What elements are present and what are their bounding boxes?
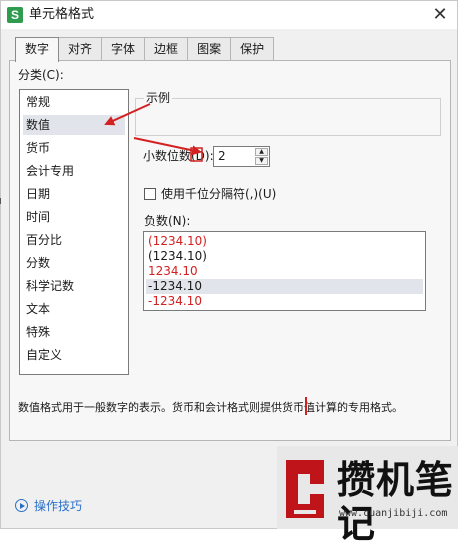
category-item-text[interactable]: 文本 (23, 299, 125, 319)
category-item-percentage[interactable]: 百分比 (23, 230, 125, 250)
text-cursor-mark (305, 397, 307, 415)
category-list[interactable]: 常规 数值 货币 会计专用 日期 时间 百分比 分数 科学记数 文本 特殊 自定… (19, 89, 129, 375)
category-item-accounting[interactable]: 会计专用 (23, 161, 125, 181)
tips-link[interactable]: 操作技巧 (15, 497, 82, 514)
category-item-currency[interactable]: 货币 (23, 138, 125, 158)
thousands-separator-checkbox[interactable] (144, 188, 156, 200)
tab-font[interactable]: 字体 (101, 37, 146, 61)
play-circle-icon (15, 499, 28, 512)
watermark-badge: 攒机笔记 www.cuanjibiji.com (277, 446, 458, 546)
category-item-time[interactable]: 时间 (23, 207, 125, 227)
watermark-text: 攒机笔记 (337, 458, 455, 546)
tips-link-label[interactable]: 操作技巧 (34, 497, 82, 514)
tab-border[interactable]: 边框 (144, 37, 189, 61)
format-description: 数值格式用于一般数字的表示。货币和会计格式则提供货币值计算的专用格式。 (18, 401, 403, 414)
sample-label: 示例 (144, 91, 173, 105)
tab-bar: 数字 对齐 字体 边框 图案 保护 (15, 37, 275, 62)
category-item-scientific[interactable]: 科学记数 (23, 276, 125, 296)
spin-down-icon[interactable]: ▼ (255, 157, 268, 165)
watermark-logo (286, 460, 324, 518)
category-item-fraction[interactable]: 分数 (23, 253, 125, 273)
negative-numbers-list[interactable]: (1234.10) (1234.10) 1234.10 -1234.10 -12… (143, 231, 426, 311)
tab-alignment[interactable]: 对齐 (58, 37, 103, 61)
decimal-places-label: 小数位数(D): (143, 149, 214, 163)
category-item-number[interactable]: 数值 (23, 115, 125, 135)
title-bar: S 单元格格式 ✕ (1, 1, 457, 29)
spin-buttons: ▲ ▼ (255, 148, 268, 165)
negative-numbers-label: 负数(N): (144, 214, 191, 228)
tab-protection[interactable]: 保护 (230, 37, 275, 61)
decimal-places-stepper[interactable]: 2 ▲ ▼ (213, 146, 270, 167)
edge-mark (0, 198, 4, 204)
negative-format-item[interactable]: -1234.10 (146, 294, 423, 309)
sample-box (135, 98, 441, 136)
app-icon: S (7, 7, 23, 23)
spin-up-icon[interactable]: ▲ (255, 148, 268, 156)
negative-format-item[interactable]: (1234.10) (146, 234, 423, 249)
thousands-separator-option[interactable]: 使用千位分隔符(,)(U) (144, 187, 276, 201)
negative-format-item[interactable]: -1234.10 (146, 279, 423, 294)
category-item-custom[interactable]: 自定义 (23, 345, 125, 365)
negative-format-item[interactable]: 1234.10 (146, 264, 423, 279)
category-item-special[interactable]: 特殊 (23, 322, 125, 342)
decimal-places-value[interactable]: 2 (218, 149, 226, 164)
close-icon[interactable]: ✕ (429, 4, 451, 26)
tab-pattern[interactable]: 图案 (187, 37, 232, 61)
category-item-general[interactable]: 常规 (23, 92, 125, 112)
watermark-url: www.cuanjibiji.com (339, 508, 448, 519)
thousands-separator-label[interactable]: 使用千位分隔符(,)(U) (161, 187, 276, 201)
category-label: 分类(C): (18, 68, 64, 82)
negative-format-item[interactable]: (1234.10) (146, 249, 423, 264)
tab-number[interactable]: 数字 (15, 37, 60, 62)
category-item-date[interactable]: 日期 (23, 184, 125, 204)
dialog-title: 单元格格式 (29, 7, 95, 22)
